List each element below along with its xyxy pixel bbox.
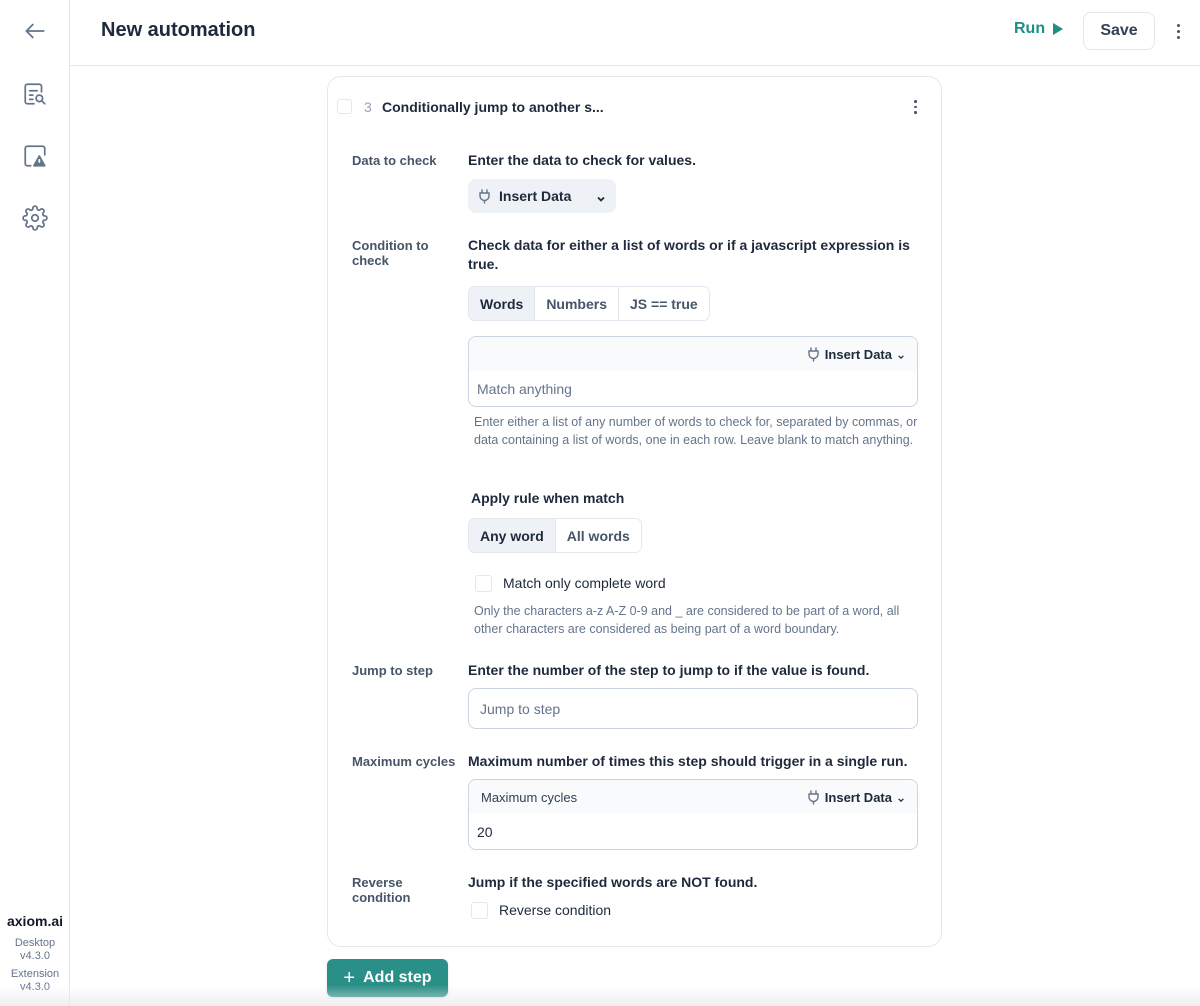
jump-to-step-description: Enter the number of the step to jump to … — [468, 662, 870, 678]
words-input[interactable]: Match anything — [469, 371, 917, 406]
reverse-condition-description: Jump if the specified words are NOT foun… — [468, 874, 758, 890]
add-step-button[interactable]: + Add step — [327, 959, 448, 997]
words-help-text: Enter either a list of any number of wor… — [474, 415, 918, 447]
step-number: 3 — [364, 99, 372, 115]
complete-word-help-text: Only the characters a-z A-Z 0-9 and _ ar… — [474, 604, 900, 636]
step-title[interactable]: Conditionally jump to another s... — [382, 99, 604, 115]
apply-rule-tabs: Any word All words — [468, 518, 642, 553]
plug-icon — [807, 346, 819, 362]
insert-data-dropdown[interactable]: Insert Data — [807, 790, 905, 805]
step-card: 3 Conditionally jump to another s... Dat… — [327, 76, 942, 947]
alert-screen-icon[interactable] — [19, 140, 51, 172]
chevron-down-icon — [897, 792, 905, 803]
bottom-fade — [0, 985, 1200, 1006]
plus-icon: + — [343, 967, 356, 989]
extension-version: v4.3.0 — [20, 981, 50, 993]
gear-icon[interactable] — [19, 202, 51, 234]
insert-data-dropdown[interactable]: Insert Data — [468, 179, 616, 213]
step-options-icon[interactable] — [914, 100, 917, 114]
chevron-down-icon — [596, 191, 606, 202]
tab-js-true[interactable]: JS == true — [619, 287, 709, 320]
header: New automation Run Save — [70, 0, 1200, 66]
tab-numbers[interactable]: Numbers — [535, 287, 619, 320]
data-to-check-description: Enter the data to check for values. — [468, 152, 696, 168]
add-step-label: Add step — [363, 969, 432, 986]
insert-data-label: Insert Data — [824, 346, 892, 362]
jump-to-step-input[interactable]: Jump to step — [468, 688, 918, 729]
words-field: Insert Data Match anything — [468, 336, 918, 407]
run-button[interactable]: Run — [1014, 20, 1064, 38]
max-cycles-field-header: Maximum cycles Insert Data — [469, 780, 917, 814]
extension-label: Extension — [10, 968, 60, 980]
tab-any-word[interactable]: Any word — [469, 519, 556, 552]
data-to-check-label: Data to check — [352, 153, 437, 168]
apply-rule-label: Apply rule when match — [471, 490, 625, 506]
max-cycles-field-label: Maximum cycles — [481, 789, 578, 805]
sidebar: axiom.ai Desktop v4.3.0 Extension v4.3.0 — [0, 0, 70, 1006]
max-cycles-input[interactable]: 20 — [469, 814, 917, 849]
step-select-checkbox[interactable] — [337, 99, 352, 114]
jump-to-step-label: Jump to step — [352, 663, 433, 678]
back-arrow-icon[interactable] — [19, 15, 51, 47]
plug-icon — [478, 188, 491, 204]
words-field-header: Insert Data — [469, 337, 917, 371]
chevron-down-icon — [897, 349, 905, 360]
reverse-condition-label: Reverse condition — [352, 875, 411, 905]
condition-label: Condition to check — [352, 238, 429, 268]
condition-description: Check data for either a list of words or… — [468, 237, 910, 272]
condition-type-tabs: Words Numbers JS == true — [468, 286, 710, 321]
desktop-version: v4.3.0 — [20, 950, 50, 962]
match-complete-word-label[interactable]: Match only complete word — [503, 575, 666, 591]
insert-data-dropdown[interactable]: Insert Data — [807, 347, 905, 362]
max-cycles-field: Maximum cycles Insert Data 20 — [468, 779, 918, 850]
reverse-condition-checkbox[interactable] — [471, 902, 488, 919]
more-options-icon[interactable] — [1177, 24, 1180, 39]
page-title: New automation — [101, 19, 256, 41]
reverse-condition-checkbox-label[interactable]: Reverse condition — [499, 902, 611, 918]
run-label: Run — [1014, 20, 1046, 37]
desktop-label: Desktop — [14, 937, 56, 949]
play-icon — [1053, 23, 1064, 35]
match-complete-word-checkbox[interactable] — [475, 575, 492, 592]
tab-all-words[interactable]: All words — [555, 519, 641, 552]
document-search-icon[interactable] — [19, 78, 51, 110]
insert-data-label: Insert Data — [499, 188, 572, 204]
max-cycles-description: Maximum number of times this step should… — [468, 753, 908, 769]
brand-name: axiom.ai — [6, 913, 64, 929]
plug-icon — [807, 789, 819, 805]
save-button[interactable]: Save — [1083, 12, 1155, 50]
tab-words[interactable]: Words — [469, 287, 536, 320]
insert-data-label: Insert Data — [824, 789, 892, 805]
max-cycles-label: Maximum cycles — [352, 754, 456, 769]
